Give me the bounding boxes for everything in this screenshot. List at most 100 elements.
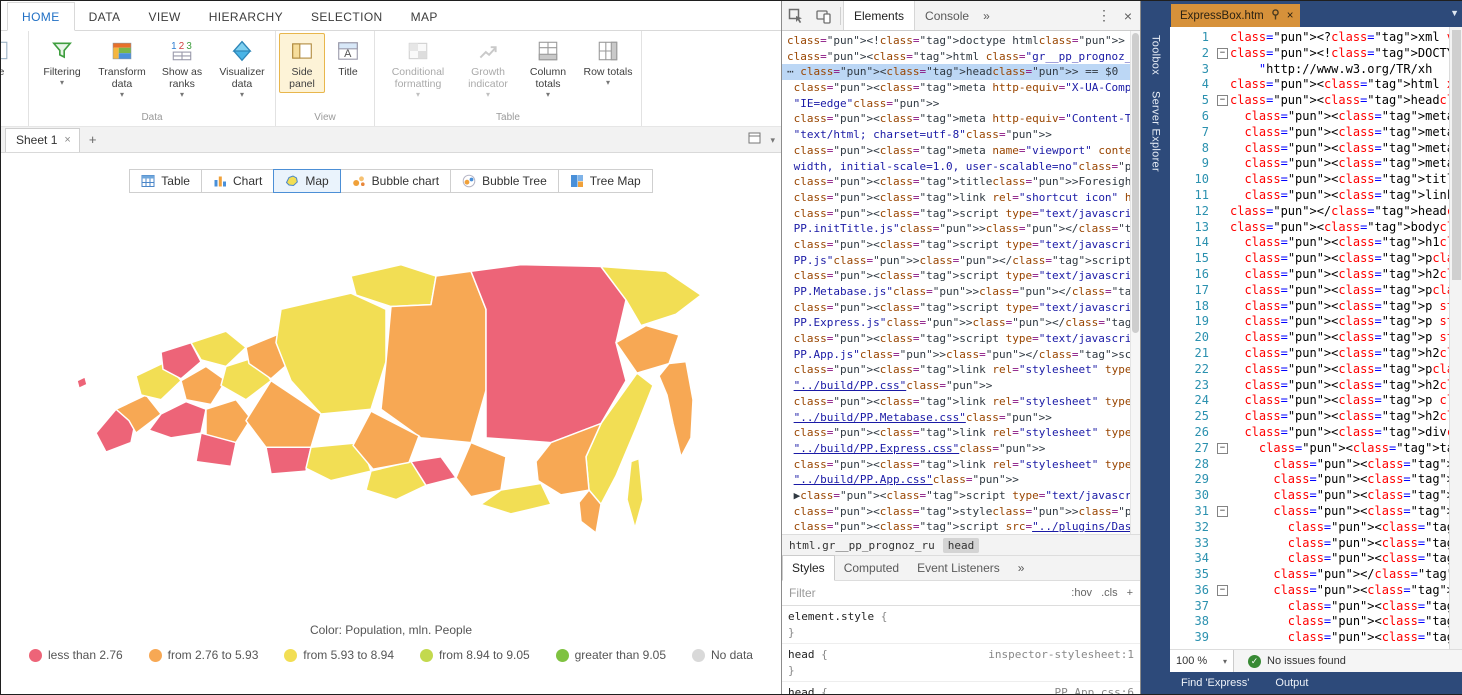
tab-list-caret-icon[interactable]: ▼ (1450, 8, 1459, 18)
filtering-button[interactable]: Filtering ▾ (32, 33, 92, 90)
ribbon-group-clipped: ate (1, 31, 29, 126)
hov-toggle[interactable]: :hov (1071, 587, 1092, 599)
tab-computed[interactable]: Computed (835, 556, 908, 580)
css-rule[interactable]: head {inspector-stylesheet:1 } (782, 644, 1140, 682)
close-tab-icon[interactable]: × (1287, 10, 1294, 22)
row-totals-button[interactable]: Row totals ▾ (578, 33, 638, 90)
svg-text:1: 1 (171, 41, 176, 52)
generic-icon (1, 39, 9, 63)
panel-layout-icon[interactable] (748, 131, 762, 150)
analytics-app-window: HOME DATA VIEW HIERARCHY SELECTION MAP a… (1, 1, 781, 694)
bubble-chart-icon (352, 174, 366, 188)
map-region[interactable] (266, 447, 311, 474)
title-button[interactable]: A Title (325, 33, 371, 81)
stylesheet-link[interactable]: inspector-stylesheet:1 (988, 647, 1134, 663)
inspect-element-icon[interactable] (782, 1, 810, 31)
visual-studio-panel: ExpressBox.htm × ▼ Toolbox Server Explor… (1140, 1, 1462, 694)
column-totals-button[interactable]: Column totals ▾ (518, 33, 578, 102)
side-panel-icon (290, 39, 314, 63)
ribbon-tab-data[interactable]: DATA (75, 3, 135, 30)
show-as-ranks-button[interactable]: 123 Show as ranks ▾ (152, 33, 212, 102)
growth-indicator-button[interactable]: Growth indicator ▾ (458, 33, 518, 102)
devtools-menu-icon[interactable]: ⋮ (1092, 7, 1116, 24)
devtools-tab-elements[interactable]: Elements (843, 1, 915, 30)
svg-text:2: 2 (179, 41, 184, 52)
map-region[interactable] (659, 362, 693, 457)
sheet-tab[interactable]: Sheet 1 × (5, 128, 80, 152)
sheet-tab-bar: Sheet 1 × + ▾ (1, 127, 781, 153)
chevron-down-icon: ▾ (546, 91, 550, 99)
ribbon-tab-selection[interactable]: SELECTION (297, 3, 397, 30)
styles-filter-input[interactable] (789, 586, 1062, 600)
editor-code[interactable]: 1class="pun"><?class="tag">xml version="… (1170, 27, 1449, 649)
side-panel-button[interactable]: Side panel (279, 33, 325, 93)
view-map-button[interactable]: Map (273, 169, 340, 193)
ribbon-tab-hierarchy[interactable]: HIERARCHY (195, 3, 297, 30)
clipped-button[interactable]: ate (1, 33, 25, 81)
find-results-tab[interactable]: Find 'Express' (1181, 677, 1249, 689)
chevron-down-icon: ▾ (486, 91, 490, 99)
legend-label: from 8.94 to 9.05 (439, 648, 530, 662)
map-region[interactable] (149, 402, 206, 438)
map-region[interactable] (77, 377, 87, 388)
zoom-control[interactable]: 100 % ▾ (1170, 650, 1234, 672)
css-rule[interactable]: element.style { } (782, 606, 1140, 644)
legend-swatch (420, 649, 433, 662)
view-chart-button[interactable]: Chart (202, 169, 274, 193)
devtools-code[interactable]: class="pun"><!class="tag">doctype htmlcl… (782, 31, 1130, 534)
sheet-tab-label: Sheet 1 (16, 133, 57, 147)
dropdown-caret-icon[interactable]: ▾ (770, 135, 775, 146)
more-style-tabs-icon[interactable]: » (1009, 556, 1034, 580)
devtools-scrollbar[interactable] (1130, 31, 1140, 534)
tab-event-listeners[interactable]: Event Listeners (908, 556, 1009, 580)
close-sheet-icon[interactable]: × (64, 135, 70, 146)
growth-indicator-icon (476, 39, 500, 63)
conditional-formatting-icon (406, 39, 430, 63)
new-rule-button[interactable]: + (1127, 587, 1133, 599)
ribbon-tab-view[interactable]: VIEW (134, 3, 194, 30)
legend-item: from 2.76 to 5.93 (149, 648, 259, 662)
breadcrumb: html.gr__pp_prognoz_ru head (782, 534, 1140, 556)
breadcrumb-head[interactable]: head (943, 538, 980, 553)
view-bubble-chart-button[interactable]: Bubble chart (341, 169, 451, 193)
view-switcher: Table Chart Map Bubble chart Bubble Tree… (1, 169, 781, 193)
zoom-caret-icon: ▾ (1223, 657, 1227, 666)
tab-styles[interactable]: Styles (782, 555, 835, 581)
cls-toggle[interactable]: .cls (1101, 587, 1118, 599)
map-region[interactable] (456, 443, 506, 497)
scrollbar-thumb[interactable] (1452, 30, 1461, 280)
breadcrumb-html[interactable]: html.gr__pp_prognoz_ru (789, 539, 935, 552)
filter-icon (50, 39, 74, 63)
more-tabs-icon[interactable]: » (979, 9, 994, 23)
devtools-tab-console[interactable]: Console (915, 1, 979, 30)
view-bubble-tree-button[interactable]: Bubble Tree (451, 169, 559, 193)
ribbon-tab-home[interactable]: HOME (7, 2, 75, 31)
group-label-table: Table (378, 111, 638, 126)
chevron-down-icon: ▾ (60, 79, 64, 87)
toolbox-tab[interactable]: Toolbox (1150, 35, 1162, 75)
view-table-button[interactable]: Table (129, 169, 202, 193)
map-region[interactable] (471, 265, 626, 443)
visualizer-data-button[interactable]: Visualizer data ▾ (212, 33, 272, 102)
editor-tab-expressbox[interactable]: ExpressBox.htm × (1171, 4, 1300, 27)
chart-icon (213, 174, 227, 188)
css-rule[interactable]: head {PP.App.css:6 } (782, 682, 1140, 694)
legend-swatch (556, 649, 569, 662)
chevron-down-icon: ▾ (120, 91, 124, 99)
conditional-formatting-button[interactable]: Conditional formatting ▾ (378, 33, 458, 102)
view-tree-map-button[interactable]: Tree Map (559, 169, 653, 193)
server-explorer-tab[interactable]: Server Explorer (1150, 91, 1162, 172)
chevron-down-icon: ▾ (240, 91, 244, 99)
output-tab[interactable]: Output (1275, 677, 1308, 689)
scrollbar-thumb[interactable] (1132, 33, 1139, 333)
pin-icon[interactable] (1271, 9, 1280, 23)
editor-scrollbar[interactable] (1449, 27, 1462, 649)
stylesheet-link[interactable]: PP.App.css:6 (1055, 685, 1134, 694)
device-toolbar-icon[interactable] (810, 1, 838, 31)
ribbon-tab-map[interactable]: MAP (397, 3, 452, 30)
add-sheet-button[interactable]: + (80, 129, 106, 152)
legend-swatch (149, 649, 162, 662)
transform-data-button[interactable]: Transform data ▾ (92, 33, 152, 102)
map-region[interactable] (627, 459, 643, 528)
devtools-close-icon[interactable]: × (1116, 8, 1140, 24)
